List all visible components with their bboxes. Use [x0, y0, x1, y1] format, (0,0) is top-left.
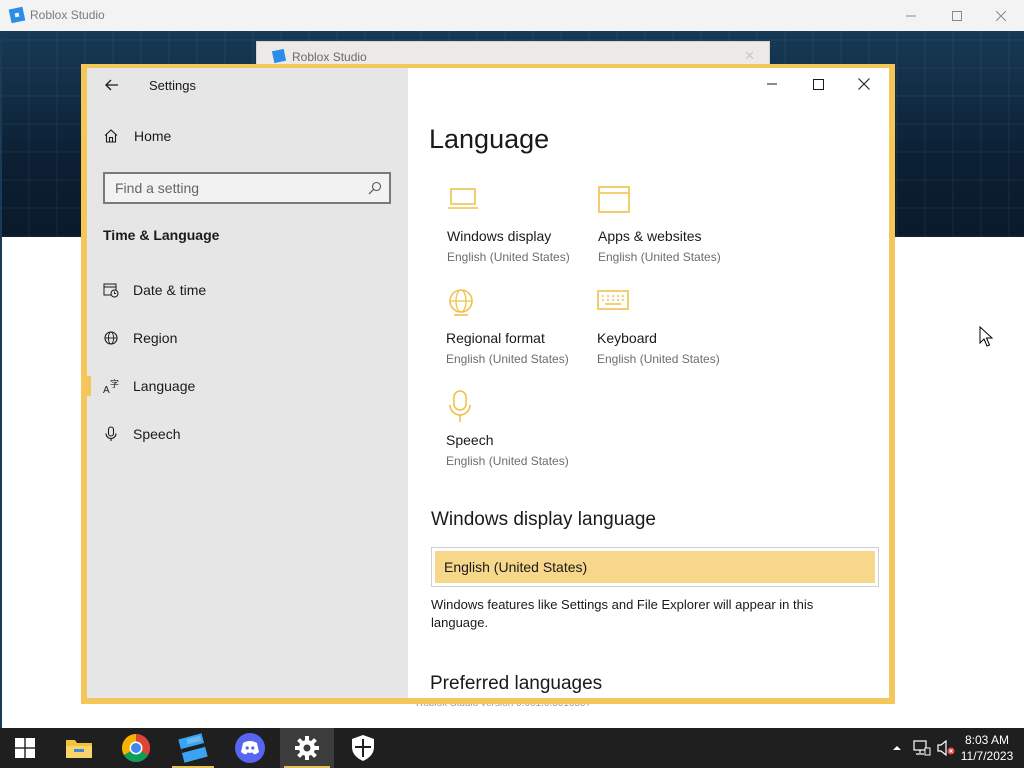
tile-label: Speech — [446, 432, 494, 448]
maximize-icon — [812, 78, 824, 90]
nav-date-time-label: Date & time — [133, 282, 207, 298]
tile-label: Regional format — [446, 330, 545, 346]
home-icon — [104, 129, 118, 143]
preferred-languages-heading: Preferred languages — [430, 673, 603, 694]
nav-region[interactable]: Region — [103, 320, 403, 356]
roblox-studio-icon — [178, 733, 208, 763]
roblox-studio-titlebar: Roblox Studio — [0, 0, 1024, 31]
network-button[interactable] — [910, 728, 934, 768]
minimize-button[interactable] — [749, 68, 795, 100]
roblox-close-button[interactable] — [978, 0, 1024, 31]
nav-active-indicator — [87, 376, 91, 396]
laptop-icon — [448, 188, 478, 209]
tile-value: English (United States) — [446, 454, 569, 468]
svg-text:字: 字 — [110, 378, 119, 389]
nav-region-label: Region — [133, 330, 178, 346]
windows-icon — [15, 738, 35, 758]
clock[interactable]: 8:03 AM 11/7/2023 — [958, 732, 1016, 764]
folder-icon — [66, 740, 92, 758]
back-arrow-icon — [105, 79, 118, 91]
settings-button[interactable] — [280, 728, 334, 768]
network-icon — [913, 740, 931, 756]
tile-label: Keyboard — [597, 330, 657, 346]
nav-language[interactable]: A 字 Language — [103, 368, 403, 404]
microphone-icon — [449, 390, 471, 422]
roblox-studio-logo-icon — [271, 48, 287, 64]
start-button[interactable] — [0, 728, 50, 768]
maximize-icon — [952, 10, 962, 21]
tile-value: English (United States) — [446, 352, 569, 366]
settings-window: Settings Home Time & Language — [81, 64, 895, 704]
tile-value: English (United States) — [598, 250, 721, 264]
show-hidden-icons-button[interactable] — [888, 728, 906, 768]
minimize-icon — [906, 15, 916, 16]
nav-home[interactable]: Home — [103, 128, 171, 144]
tile-value: English (United States) — [597, 352, 720, 366]
minimize-icon — [767, 83, 777, 85]
roblox-minimize-button[interactable] — [888, 0, 934, 31]
windows-security-button[interactable] — [338, 728, 388, 768]
back-button[interactable] — [101, 74, 123, 96]
section-title: Time & Language — [103, 227, 220, 243]
clock-time: 8:03 AM — [964, 733, 1010, 747]
roblox-studio-button[interactable] — [168, 728, 218, 768]
keyboard-icon — [597, 290, 629, 310]
display-language-description: Windows features like Settings and File … — [431, 597, 814, 630]
discord-icon — [235, 733, 265, 763]
svg-text:A: A — [103, 385, 110, 394]
globe-icon — [449, 289, 473, 316]
volume-button[interactable] — [934, 728, 958, 768]
settings-content: Language Windows display English (United… — [408, 68, 889, 698]
page-title: Language — [429, 124, 550, 154]
tile-label: Apps & websites — [598, 228, 702, 244]
discord-button[interactable] — [225, 728, 275, 768]
close-button[interactable] — [841, 68, 887, 100]
gear-icon — [295, 736, 319, 760]
display-language-dropdown[interactable]: English (United States) — [431, 547, 879, 587]
settings-sidebar: Settings Home Time & Language — [87, 68, 408, 698]
mouse-cursor-icon — [979, 326, 993, 347]
clock-date: 11/7/2023 — [960, 749, 1014, 763]
close-icon — [996, 10, 1006, 21]
tile-label: Windows display — [447, 228, 552, 244]
calendar-clock-icon — [103, 283, 119, 298]
volume-muted-icon — [937, 740, 955, 756]
nav-date-time[interactable]: Date & time — [103, 272, 403, 308]
chevron-up-icon — [893, 746, 901, 750]
tile-keyboard[interactable]: Keyboard English (United States) — [597, 288, 747, 366]
splash-close-icon[interactable]: ✕ — [744, 48, 755, 64]
tile-regional-format[interactable]: Regional format English (United States) — [446, 288, 596, 366]
display-language-heading: Windows display language — [431, 509, 656, 530]
splash-title: Roblox Studio — [292, 50, 367, 64]
tile-value: English (United States) — [447, 250, 570, 264]
nav-language-label: Language — [133, 378, 196, 394]
nav-home-label: Home — [134, 128, 172, 144]
display-language-value: English (United States) — [435, 551, 875, 583]
microphone-icon — [105, 426, 117, 441]
file-explorer-button[interactable] — [54, 728, 104, 768]
taskbar: 8:03 AM 11/7/2023 — [0, 728, 1024, 768]
chrome-button[interactable] — [111, 728, 161, 768]
maximize-button[interactable] — [795, 68, 841, 100]
roblox-studio-title: Roblox Studio — [30, 8, 105, 22]
tile-speech[interactable]: Speech English (United States) — [446, 390, 596, 468]
shield-icon — [352, 735, 374, 761]
chrome-icon — [122, 734, 150, 762]
language-icon: A 字 — [103, 378, 119, 394]
tile-windows-display[interactable]: Windows display English (United States) — [447, 186, 597, 264]
app-title: Settings — [149, 78, 196, 93]
roblox-window-border — [0, 31, 2, 728]
app-window-icon — [598, 186, 630, 213]
search-input[interactable] — [105, 174, 365, 202]
nav-speech[interactable]: Speech — [103, 416, 403, 452]
roblox-studio-logo-icon — [8, 6, 26, 24]
close-icon — [858, 78, 870, 90]
search-icon[interactable] — [368, 181, 382, 195]
nav-speech-label: Speech — [133, 426, 181, 442]
tile-apps-websites[interactable]: Apps & websites English (United States) — [598, 186, 748, 264]
roblox-maximize-button[interactable] — [934, 0, 980, 31]
search-box[interactable] — [103, 172, 391, 204]
globe-icon — [104, 331, 118, 345]
